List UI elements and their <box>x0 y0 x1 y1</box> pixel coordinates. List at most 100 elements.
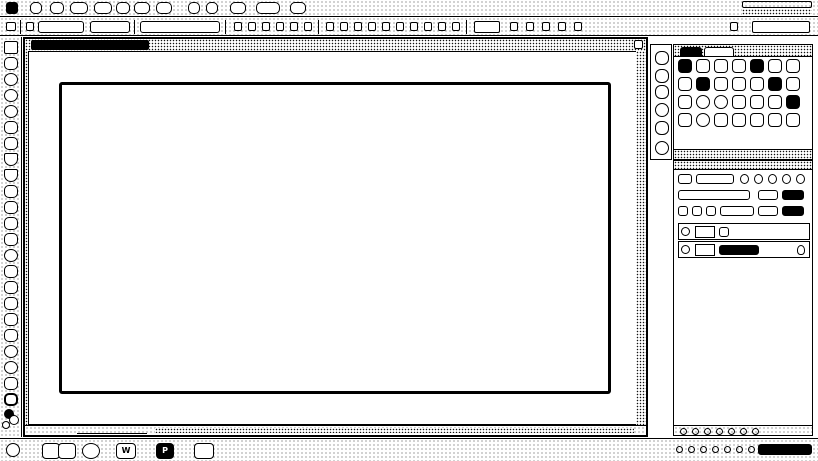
menu-filter[interactable] <box>156 2 172 14</box>
explorer-icon[interactable] <box>58 443 76 459</box>
distribute-5-icon[interactable] <box>382 22 390 31</box>
menu-layer[interactable] <box>94 2 112 14</box>
photoshop-icon[interactable]: P <box>156 443 174 459</box>
align-top-icon[interactable] <box>276 22 284 31</box>
type-tool-icon[interactable] <box>4 297 18 310</box>
tray-icon-4[interactable] <box>712 446 719 453</box>
move-tool-icon[interactable] <box>4 57 18 70</box>
distribute-4-icon[interactable] <box>368 22 376 31</box>
clock[interactable] <box>758 444 812 455</box>
distribute-7-icon[interactable] <box>410 22 418 31</box>
layer-style-icon[interactable] <box>692 428 699 435</box>
workspace-switcher[interactable] <box>742 9 812 15</box>
eye-icon[interactable] <box>681 245 690 254</box>
menu-type[interactable] <box>116 2 130 14</box>
option-4-icon[interactable] <box>558 22 566 31</box>
style-swatch[interactable] <box>786 95 800 109</box>
style-swatch[interactable] <box>786 77 800 91</box>
style-swatch[interactable] <box>786 113 800 127</box>
option-5-icon[interactable] <box>574 22 582 31</box>
panel-4-icon[interactable] <box>655 103 669 117</box>
tray-icon-7[interactable] <box>748 446 755 453</box>
tray-icon-5[interactable] <box>724 446 731 453</box>
crop-tool-icon[interactable] <box>4 121 18 134</box>
magic-wand-tool-icon[interactable] <box>4 105 18 118</box>
adjustment-icon[interactable] <box>716 428 723 435</box>
style-swatch[interactable] <box>714 77 728 91</box>
window-controls[interactable] <box>742 1 812 8</box>
tray-icon-3[interactable] <box>700 446 707 453</box>
preset-dropdown[interactable] <box>38 21 84 33</box>
style-swatch[interactable] <box>732 59 746 73</box>
style-swatch[interactable] <box>696 77 710 91</box>
filter-switch[interactable] <box>782 190 804 200</box>
slice-tool-icon[interactable] <box>4 137 18 150</box>
layer-mask-icon[interactable] <box>704 428 711 435</box>
canvas[interactable] <box>59 82 611 394</box>
fill-icon[interactable] <box>754 174 763 184</box>
opacity-field[interactable] <box>758 206 778 216</box>
tray-icon-2[interactable] <box>688 446 695 453</box>
panel-5-icon[interactable] <box>655 121 669 135</box>
lock-transparency-icon[interactable] <box>678 206 688 216</box>
menu-help[interactable] <box>290 2 306 14</box>
panel-6-icon[interactable] <box>655 141 669 155</box>
paint-icon[interactable] <box>194 443 214 459</box>
word-icon[interactable]: W <box>116 443 136 459</box>
panel-toggle-icon[interactable] <box>730 22 738 31</box>
style-swatch[interactable] <box>678 77 692 91</box>
path-selection-tool-icon[interactable] <box>4 313 18 326</box>
lock-position-icon[interactable] <box>782 174 791 184</box>
tab-styles[interactable] <box>680 47 702 56</box>
blend-mode-dropdown[interactable] <box>696 174 734 184</box>
style-swatch[interactable] <box>750 77 764 91</box>
shape-tool-icon[interactable] <box>4 329 18 342</box>
clone-stamp-tool-icon[interactable] <box>4 185 18 198</box>
menu-image[interactable] <box>70 2 88 14</box>
lock-pixels-icon[interactable] <box>692 206 702 216</box>
zoom-tool-icon[interactable] <box>4 393 18 406</box>
align-center-icon[interactable] <box>248 22 256 31</box>
layer-name[interactable] <box>719 227 729 237</box>
start-button[interactable] <box>6 443 20 457</box>
new-layer-icon[interactable] <box>740 428 747 435</box>
distribute-2-icon[interactable] <box>340 22 348 31</box>
tab-swatches[interactable] <box>704 47 734 56</box>
style-swatch[interactable] <box>732 113 746 127</box>
panel-3-icon[interactable] <box>655 85 669 99</box>
close-icon[interactable] <box>634 40 643 49</box>
style-swatch[interactable] <box>696 113 710 127</box>
eye-icon[interactable] <box>681 227 690 236</box>
eyedropper-tool-icon[interactable] <box>4 361 18 374</box>
lock-icon[interactable] <box>768 174 777 184</box>
panel-2-icon[interactable] <box>655 69 669 83</box>
distribute-10-icon[interactable] <box>452 22 460 31</box>
menu-window-2[interactable] <box>256 2 280 14</box>
mode-dropdown[interactable] <box>90 21 130 33</box>
style-swatch[interactable] <box>678 113 692 127</box>
filter-toggle[interactable] <box>758 190 778 200</box>
distribute-9-icon[interactable] <box>438 22 446 31</box>
action-button[interactable] <box>140 21 220 33</box>
auto-align-button[interactable] <box>474 21 500 33</box>
distribute-3-icon[interactable] <box>354 22 362 31</box>
selection-tool-icon[interactable] <box>6 22 16 31</box>
lasso-tool-icon[interactable] <box>4 89 18 102</box>
style-swatch[interactable] <box>750 113 764 127</box>
menu-edit[interactable] <box>50 2 64 14</box>
lock-options[interactable] <box>720 206 754 216</box>
style-swatch[interactable] <box>714 95 728 109</box>
toolbox-grip[interactable] <box>4 41 18 54</box>
brush-tool-icon[interactable] <box>4 169 18 182</box>
align-right-icon[interactable] <box>262 22 270 31</box>
blur-tool-icon[interactable] <box>4 249 18 262</box>
notes-tool-icon[interactable] <box>4 345 18 358</box>
style-swatch[interactable] <box>768 113 782 127</box>
new-group-icon[interactable] <box>728 428 735 435</box>
style-swatch[interactable] <box>714 113 728 127</box>
tray-icon-6[interactable] <box>736 446 743 453</box>
panel-1-icon[interactable] <box>655 51 669 65</box>
style-swatch[interactable] <box>714 59 728 73</box>
style-swatch[interactable] <box>786 59 800 73</box>
menu-view[interactable] <box>188 2 200 14</box>
